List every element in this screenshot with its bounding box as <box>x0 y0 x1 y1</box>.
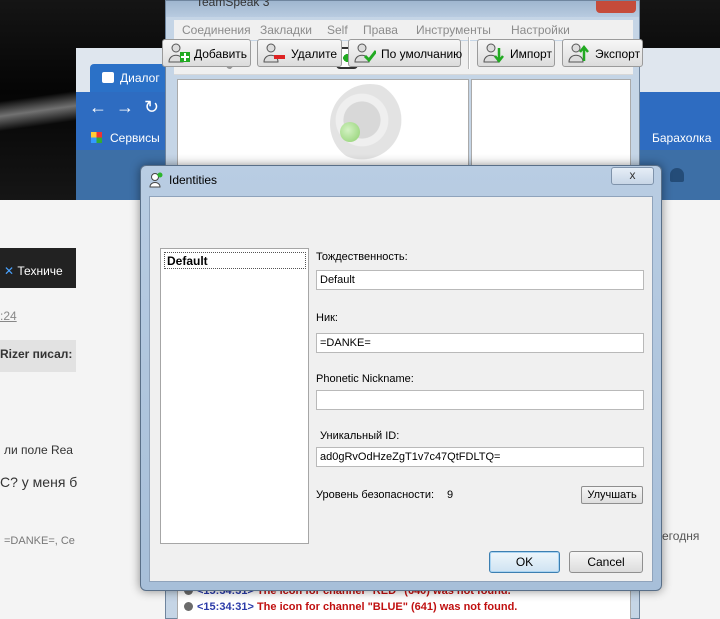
tools-icon: ✕ <box>4 264 18 278</box>
import-label: Импорт <box>510 47 552 61</box>
arrow-down-icon <box>184 602 193 611</box>
add-user-icon <box>168 43 190 63</box>
browser-tab-title: Диалог <box>120 71 160 85</box>
nickname-label: Ник: <box>316 312 338 324</box>
add-identity-label: Добавить <box>194 47 248 61</box>
import-icon <box>483 43 504 64</box>
apps-grid-icon[interactable] <box>91 132 102 143</box>
post-text-1: ли поле Rea <box>4 443 73 457</box>
menu-connections[interactable]: Соединения <box>182 23 251 37</box>
set-default-button[interactable]: По умолчанию <box>348 39 463 67</box>
right-meta-text: сегодня <box>656 529 700 543</box>
menu-bookmarks[interactable]: Закладки <box>260 23 312 37</box>
default-user-icon <box>354 43 376 63</box>
post-text-2: С? у меня б <box>0 474 78 490</box>
cancel-button[interactable]: Cancel <box>569 551 643 573</box>
bookmark-services[interactable]: Сервисы <box>110 131 160 145</box>
menu-tools[interactable]: Инструменты <box>416 23 491 37</box>
identities-list[interactable]: Default <box>160 248 309 544</box>
identity-icon <box>149 172 163 188</box>
phonetic-nickname-field[interactable] <box>316 390 644 410</box>
security-level-label: Уровень безопасности: <box>316 489 435 501</box>
menu-settings[interactable]: Настройки <box>511 23 570 37</box>
teamspeak-title: TeamSpeak 3 <box>196 0 270 9</box>
back-arrow-icon[interactable]: ← <box>89 97 107 118</box>
identity-name-label: Тождественность: <box>316 251 408 263</box>
unique-id-field[interactable]: ad0gRvOdHzeZgT1v7c47QtFDLTQ= <box>316 447 644 467</box>
remove-user-icon <box>263 43 285 63</box>
bell-icon[interactable] <box>670 168 684 182</box>
export-label: Экспорт <box>595 47 641 61</box>
phonetic-nickname-label: Phonetic Nickname: <box>316 373 414 385</box>
export-button[interactable]: Экспорт <box>562 39 643 67</box>
remove-identity-button[interactable]: Удалите <box>257 39 342 67</box>
unique-id-label: Уникальный ID: <box>320 430 400 442</box>
dialog-close-button[interactable]: x <box>611 167 654 185</box>
remove-identity-label: Удалите <box>291 47 338 61</box>
reload-icon[interactable]: ↻ <box>144 97 159 118</box>
toolbar-separator <box>468 37 470 69</box>
left-nav-label: Техниче <box>17 264 63 278</box>
teamspeak-titlebar: TeamSpeak 3 <box>166 0 639 17</box>
bookmark-right[interactable]: Барахолка <box>652 131 711 145</box>
log-time: <15:34:31> <box>197 601 254 613</box>
teamspeak-logo-dot <box>340 122 360 142</box>
add-identity-button[interactable]: Добавить <box>162 39 251 67</box>
chat-icon <box>102 72 114 83</box>
left-nav-item[interactable]: ✕ Техниче <box>4 264 63 278</box>
ok-button[interactable]: OK <box>489 551 560 573</box>
export-icon <box>568 43 589 63</box>
log-message: The icon for channel "BLUE" (641) was no… <box>256 601 518 613</box>
list-item[interactable]: Default <box>164 252 306 269</box>
security-level-value: 9 <box>447 489 454 501</box>
teamspeak-menubar: Соединения Закладки Self Права Инструмен… <box>174 20 633 40</box>
identity-name-field[interactable]: Default <box>316 270 644 290</box>
dialog-title: Identities <box>169 173 218 187</box>
nickname-field[interactable]: =DANKE= <box>316 333 644 353</box>
post-text-3: =DANKE=, Се <box>4 535 75 547</box>
menu-self[interactable]: Self <box>327 23 348 37</box>
left-timestamp: :24 <box>0 309 17 323</box>
improve-security-button[interactable]: Улучшать <box>581 486 643 504</box>
quote-author: Rizer писал: <box>0 347 73 361</box>
menu-permissions[interactable]: Права <box>363 23 398 37</box>
import-button[interactable]: Импорт <box>477 39 555 67</box>
teamspeak-close-button[interactable] <box>596 1 636 13</box>
forward-arrow-icon[interactable]: → <box>116 97 134 118</box>
set-default-label: По умолчанию <box>381 47 463 61</box>
log-line: <15:34:31> The icon for channel "BLUE" (… <box>184 601 517 613</box>
